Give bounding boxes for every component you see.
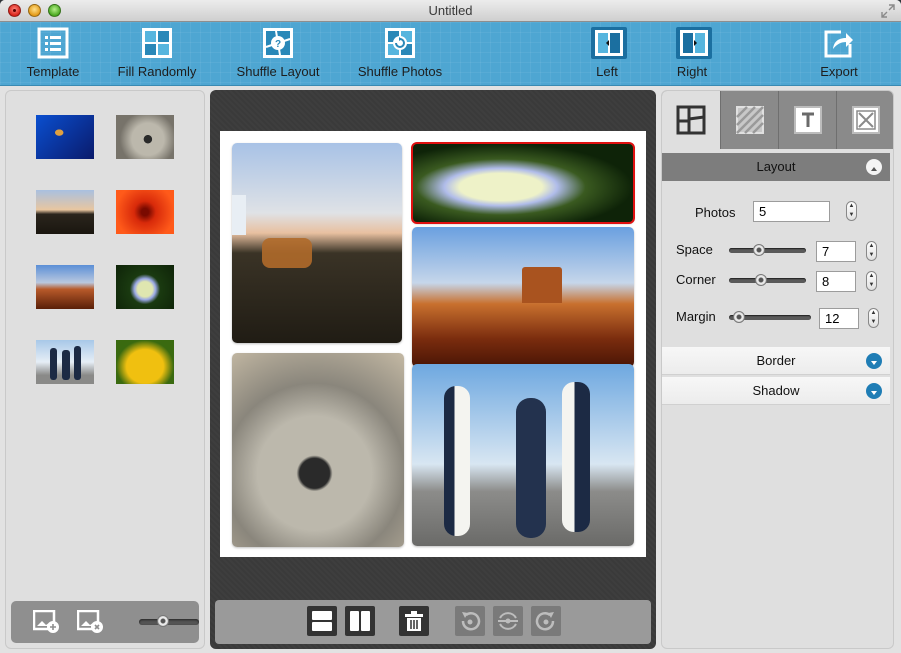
tab-text[interactable]	[778, 91, 836, 149]
layout-section-header[interactable]: Layout	[662, 153, 890, 181]
fullscreen-icon[interactable]	[881, 4, 895, 18]
inspector-panel: Layout Photos ▲▼ Space ▲▼ Corner ▲▼ Marg…	[661, 90, 894, 649]
flip-button[interactable]	[493, 606, 523, 636]
collage-photo-desert[interactable]	[412, 227, 634, 367]
thumbnail-jellyfish[interactable]	[36, 115, 94, 159]
photos-label: Photos	[695, 205, 736, 220]
tab-background[interactable]	[720, 91, 778, 149]
inspector-tabs	[662, 91, 893, 149]
thumbnail-hydrangeas[interactable]	[116, 265, 174, 309]
template-list-icon	[37, 27, 69, 59]
space-input[interactable]	[816, 241, 856, 262]
right-button[interactable]: Right	[670, 22, 714, 86]
shuffle-photos-icon	[384, 27, 416, 59]
split-horizontal-icon	[312, 611, 332, 631]
right-label: Right	[676, 64, 708, 79]
photos-input[interactable]	[753, 201, 830, 222]
rotate-right-button[interactable]	[531, 606, 561, 636]
app-window: Untitled Template Fill Randomly ? Shuffl…	[0, 0, 901, 653]
margin-input[interactable]	[819, 308, 859, 329]
collage-photo-penguins[interactable]	[412, 364, 634, 546]
thumbnail-tulips[interactable]	[116, 340, 174, 384]
thumbnail-chrysanthemum[interactable]	[116, 190, 174, 234]
align-left-icon	[591, 27, 627, 59]
text-icon	[793, 106, 822, 134]
trash-icon	[405, 611, 423, 631]
tab-clear[interactable]	[836, 91, 893, 149]
margin-stepper[interactable]: ▲ ▼	[868, 308, 879, 328]
split-vertical-button[interactable]	[345, 606, 375, 636]
shuffle-photos-label: Shuffle Photos	[357, 64, 443, 79]
split-vertical-icon	[350, 611, 370, 631]
thumbnail-penguins[interactable]	[36, 340, 94, 384]
shuffle-photos-button[interactable]: Shuffle Photos	[352, 22, 448, 86]
main-toolbar: Template Fill Randomly ? Shuffle Layout …	[0, 22, 901, 86]
tab-layout[interactable]	[662, 91, 720, 149]
library-bottom-bar	[11, 601, 199, 643]
rotate-left-button[interactable]	[455, 606, 485, 636]
space-slider-knob[interactable]	[753, 244, 765, 256]
space-stepper[interactable]: ▲ ▼	[866, 241, 877, 261]
grid-fill-icon	[141, 27, 173, 59]
delete-button[interactable]	[399, 606, 429, 636]
thumbnail-koala[interactable]	[116, 115, 174, 159]
corner-label: Corner	[676, 272, 716, 287]
shadow-section-title: Shadow	[752, 383, 800, 398]
layout-grid-icon	[676, 105, 706, 135]
window-title: Untitled	[428, 3, 473, 18]
collage-photo-koala[interactable]	[232, 353, 404, 547]
shadow-section-header[interactable]: Shadow	[662, 377, 890, 405]
export-share-icon	[823, 27, 855, 59]
margin-slider-knob[interactable]	[733, 311, 745, 323]
title-bar: Untitled	[0, 0, 901, 22]
margin-slider[interactable]	[729, 311, 811, 323]
collage-photo-hydrangeas[interactable]	[411, 142, 635, 224]
fill-randomly-label: Fill Randomly	[117, 64, 197, 79]
corner-slider-knob[interactable]	[755, 274, 767, 286]
collage-photo-lighthouse[interactable]	[232, 143, 402, 343]
corner-input[interactable]	[816, 271, 856, 292]
shuffle-layout-button[interactable]: ? Shuffle Layout	[230, 22, 326, 86]
space-label: Space	[676, 242, 713, 257]
collage-canvas	[220, 131, 646, 557]
space-slider[interactable]	[729, 244, 806, 256]
corner-stepper[interactable]: ▲ ▼	[866, 271, 877, 291]
thumbnail-lighthouse[interactable]	[36, 190, 94, 234]
export-label: Export	[820, 64, 858, 79]
remove-photo-icon[interactable]	[76, 609, 103, 634]
fill-randomly-button[interactable]: Fill Randomly	[112, 22, 202, 86]
expand-icon[interactable]	[866, 383, 882, 399]
flip-icon	[498, 612, 518, 630]
border-section-header[interactable]: Border	[662, 347, 890, 375]
corner-slider[interactable]	[729, 274, 806, 286]
expand-icon[interactable]	[866, 353, 882, 369]
rotate-left-icon	[461, 612, 481, 631]
thumbnail-desert[interactable]	[36, 265, 94, 309]
left-button[interactable]: Left	[585, 22, 629, 86]
photos-stepper[interactable]: ▲ ▼	[846, 201, 857, 221]
clear-box-icon	[851, 106, 880, 134]
rotate-right-icon	[535, 612, 555, 631]
add-photo-icon[interactable]	[32, 609, 59, 634]
margin-label: Margin	[676, 309, 716, 324]
left-label: Left	[596, 64, 618, 79]
slider-knob[interactable]	[157, 615, 169, 627]
collage-workspace	[210, 90, 656, 649]
split-horizontal-button[interactable]	[307, 606, 337, 636]
template-button[interactable]: Template	[22, 22, 84, 86]
border-section-title: Border	[756, 353, 796, 368]
align-right-icon	[676, 27, 712, 59]
shuffle-layout-icon: ?	[262, 27, 294, 59]
collapse-icon[interactable]	[866, 159, 882, 175]
shuffle-layout-label: Shuffle Layout	[236, 64, 320, 79]
svg-text:?: ?	[275, 39, 281, 50]
layout-section-title: Layout	[756, 159, 796, 174]
background-pattern-icon	[735, 106, 764, 134]
photo-library-panel	[5, 90, 205, 649]
export-button[interactable]: Export	[812, 22, 866, 86]
thumbnail-size-slider[interactable]	[139, 615, 199, 627]
template-label: Template	[26, 64, 80, 79]
collage-bottom-bar	[215, 600, 651, 644]
